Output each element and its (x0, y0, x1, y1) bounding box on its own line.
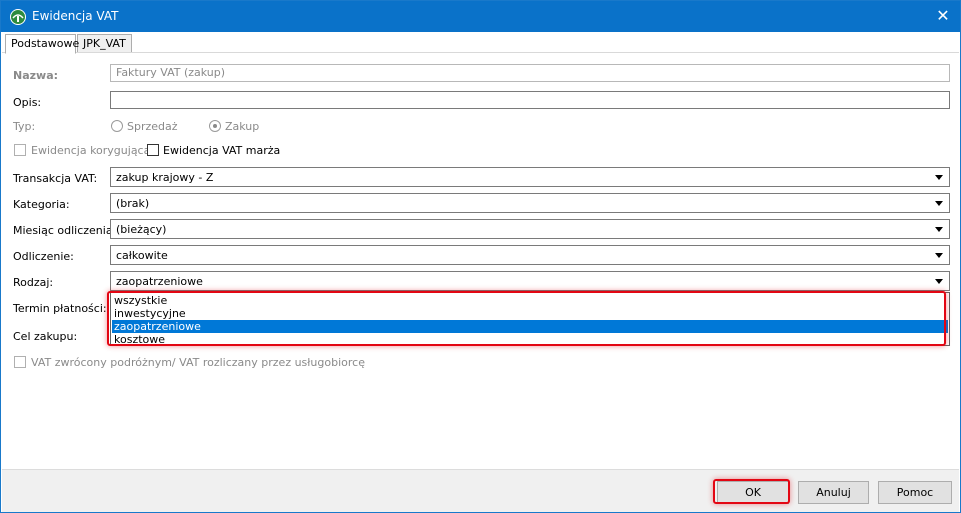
button-bar: OK Anuluj Pomoc (2, 469, 959, 512)
nazwa-label: Nazwa: (13, 69, 59, 82)
vat-zwrocony-checkbox[interactable] (14, 356, 26, 368)
pomoc-button[interactable]: Pomoc (878, 481, 952, 504)
dropdown-option-inwestycyjne[interactable]: inwestycyjne (112, 307, 948, 320)
dropdown-option-zaopatrzeniowe[interactable]: zaopatrzeniowe (112, 320, 948, 333)
ewidencja-korygujaca-checkbox[interactable] (14, 144, 26, 156)
chevron-down-icon[interactable] (935, 227, 943, 232)
termin-platnosci-label: Termin płatności: (13, 302, 107, 315)
cel-zakupu-label: Cel zakupu: (13, 330, 78, 343)
odliczenie-select[interactable]: całkowite (110, 245, 950, 265)
ewidencja-vat-marza-checkbox[interactable] (147, 144, 159, 156)
odliczenie-label: Odliczenie: (13, 250, 74, 263)
opis-field[interactable] (110, 91, 950, 109)
dropdown-option-kosztowe[interactable]: kosztowe (112, 333, 948, 346)
chevron-down-icon[interactable] (935, 175, 943, 180)
close-icon[interactable]: ✕ (930, 5, 956, 27)
miesiac-odliczenia-select[interactable]: (bieżący) (110, 219, 950, 239)
radio-dot-icon (213, 124, 217, 128)
dropdown-option-wszystkie[interactable]: wszystkie (112, 294, 948, 307)
rodzaj-dropdown-list: wszystkie inwestycyjne zaopatrzeniowe ko… (110, 292, 950, 346)
opis-label: Opis: (13, 96, 42, 109)
dialog-window: Ewidencja VAT ✕ Podstawowe JPK_VAT Nazwa… (0, 0, 961, 513)
miesiac-odliczenia-label: Miesiąc odliczenia: (13, 224, 117, 237)
rodzaj-select[interactable]: zaopatrzeniowe (110, 271, 950, 291)
transakcja-vat-label: Transakcja VAT: (13, 172, 98, 185)
ewidencja-korygujaca-label: Ewidencja korygująca (31, 144, 151, 157)
title-bar[interactable]: Ewidencja VAT ✕ (1, 1, 960, 32)
kategoria-select[interactable]: (brak) (110, 193, 950, 213)
transakcja-vat-select[interactable]: zakup krajowy - Z (110, 167, 950, 187)
tab-jpk-vat[interactable]: JPK_VAT (77, 34, 132, 53)
kategoria-label: Kategoria: (13, 198, 70, 211)
window-title: Ewidencja VAT (32, 9, 119, 23)
miesiac-odliczenia-value: (bieżący) (116, 223, 167, 236)
anuluj-button[interactable]: Anuluj (798, 481, 869, 504)
tab-podstawowe[interactable]: Podstawowe (5, 34, 79, 54)
rodzaj-value: zaopatrzeniowe (116, 275, 203, 288)
odliczenie-value: całkowite (116, 249, 168, 262)
chevron-down-icon[interactable] (935, 279, 943, 284)
radio-zakup[interactable] (209, 120, 221, 132)
ok-button[interactable]: OK (717, 481, 789, 504)
nazwa-field: Faktury VAT (zakup) (110, 64, 950, 82)
kategoria-value: (brak) (116, 197, 150, 210)
typ-label: Typ: (13, 120, 36, 133)
radio-sprzedaz[interactable] (111, 120, 123, 132)
ewidencja-vat-marza-label: Ewidencja VAT marża (163, 144, 281, 157)
sprzedaz-label: Sprzedaż (127, 120, 178, 133)
chevron-down-icon[interactable] (935, 253, 943, 258)
vat-zwrocony-label: VAT zwrócony podróżnym/ VAT rozliczany p… (31, 356, 365, 369)
rodzaj-label: Rodzaj: (13, 276, 54, 289)
chevron-down-icon[interactable] (935, 201, 943, 206)
transakcja-vat-value: zakup krajowy - Z (116, 171, 214, 184)
app-logo-icon (10, 9, 26, 25)
zakup-label: Zakup (225, 120, 260, 133)
